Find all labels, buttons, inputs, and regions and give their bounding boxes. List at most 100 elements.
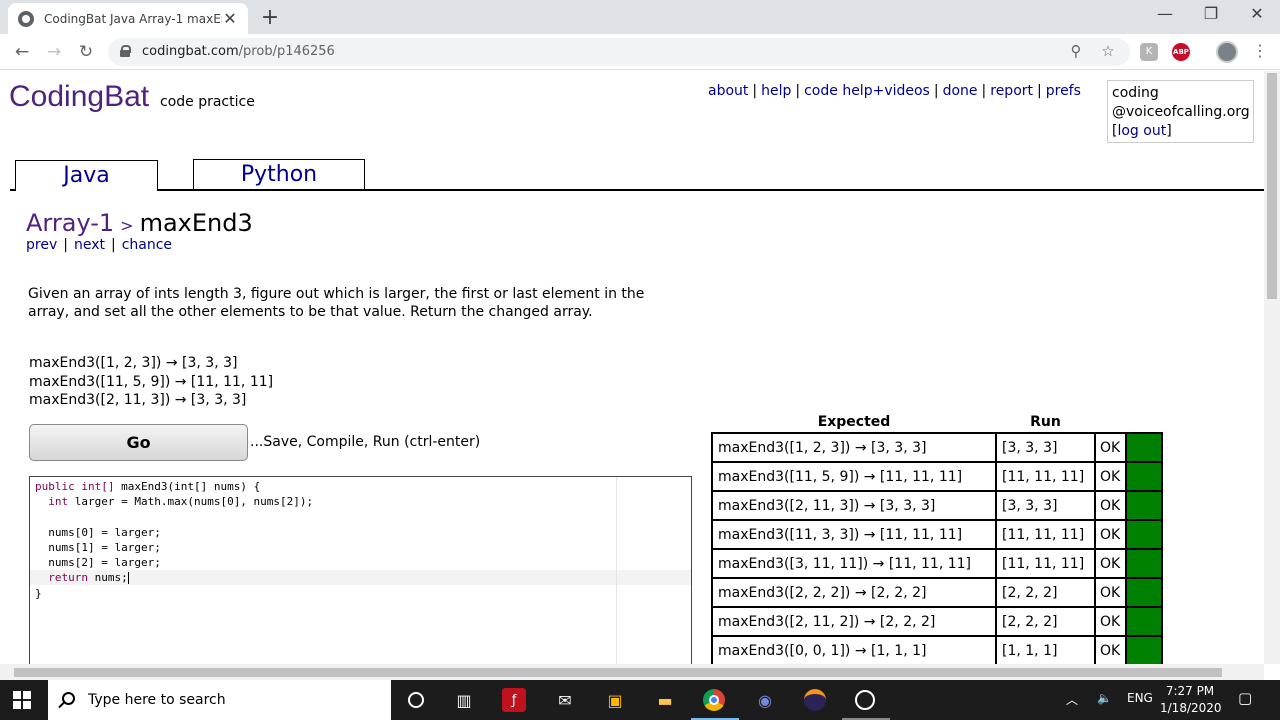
status-color-cell bbox=[1125, 519, 1163, 550]
reload-icon[interactable]: ↻ bbox=[74, 40, 98, 64]
extension-icon[interactable]: K bbox=[1140, 43, 1158, 61]
code-text: larger = Math.max(nums[0], nums[2]); bbox=[68, 495, 314, 508]
windows-start-icon[interactable] bbox=[13, 691, 31, 709]
status-color-cell bbox=[1125, 490, 1163, 521]
link-report[interactable]: report bbox=[990, 83, 1033, 99]
code-keyword: int[] bbox=[74, 480, 115, 493]
user-name-line1: coding bbox=[1112, 85, 1159, 101]
separator: | bbox=[1037, 83, 1042, 99]
clock[interactable]: 7:27 PM 1/18/2020 bbox=[1160, 683, 1222, 717]
back-arrow-icon[interactable]: ← bbox=[10, 40, 34, 64]
results-header-row: Expected Run bbox=[712, 411, 1162, 433]
code-text: nums; bbox=[87, 571, 128, 584]
browser-tab-strip: CodingBat Java Array-1 maxEnd3 ✕ + — ❐ ✕ bbox=[0, 0, 1280, 34]
new-tab-button[interactable]: + bbox=[258, 5, 282, 30]
top-links: about | help | code help+videos | done | report |… bbox=[708, 83, 1081, 99]
expected-cell: maxEnd3([2, 11, 2]) → [2, 2, 2] bbox=[711, 606, 997, 637]
start-pane bbox=[23, 691, 31, 699]
url-path: /prob/p146256 bbox=[238, 44, 335, 59]
separator: | bbox=[752, 83, 758, 99]
mail-icon[interactable]: ✉ bbox=[551, 686, 579, 714]
link-chance[interactable]: chance bbox=[122, 237, 172, 253]
file-explorer-icon[interactable]: ▬ bbox=[651, 686, 679, 714]
table-row: maxEnd3([2, 11, 2]) → [2, 2, 2] [2, 2, 2]… bbox=[711, 606, 1163, 637]
text-cursor bbox=[127, 572, 129, 584]
cortana-icon[interactable] bbox=[402, 686, 430, 714]
tab-close-icon[interactable]: ✕ bbox=[222, 9, 238, 28]
window-close-icon[interactable]: ✕ bbox=[1234, 4, 1280, 23]
store-icon[interactable]: ▣ bbox=[601, 686, 629, 714]
run-cell: [11, 11, 11] bbox=[995, 461, 1096, 492]
breadcrumb-section[interactable]: Array-1 bbox=[26, 209, 114, 237]
separator: | bbox=[981, 83, 987, 99]
chrome-icon[interactable] bbox=[700, 686, 728, 714]
go-button[interactable]: Go bbox=[29, 424, 248, 461]
clock-time: 7:27 PM bbox=[1165, 684, 1215, 698]
expected-cell: maxEnd3([11, 3, 3]) → [11, 11, 11] bbox=[711, 519, 997, 550]
code-line: public int[] maxEnd3(int[] nums) { bbox=[35, 479, 260, 494]
expected-cell: maxEnd3([3, 11, 11]) → [11, 11, 11] bbox=[711, 548, 997, 579]
go-hint: ...Save, Compile, Run (ctrl-enter) bbox=[250, 434, 481, 450]
tab-java[interactable]: Java bbox=[15, 160, 158, 191]
forward-arrow-icon[interactable]: → bbox=[42, 40, 66, 64]
link-prev[interactable]: prev bbox=[26, 237, 57, 253]
volume-icon[interactable]: 🔈 bbox=[1097, 691, 1112, 705]
separator: | bbox=[110, 237, 116, 253]
browser-menu-icon[interactable]: ⋮ bbox=[1252, 41, 1268, 60]
notifications-icon[interactable]: ▢ bbox=[1238, 689, 1252, 707]
restore-icon[interactable]: ❐ bbox=[1188, 4, 1234, 23]
site-logo[interactable]: CodingBat bbox=[9, 80, 149, 114]
browser-tab[interactable]: CodingBat Java Array-1 maxEnd3 ✕ bbox=[8, 3, 248, 34]
task-view-icon[interactable]: ▥ bbox=[450, 686, 478, 714]
minimize-icon[interactable]: — bbox=[1142, 4, 1188, 23]
page-title: maxEnd3 bbox=[139, 209, 253, 237]
print-margin bbox=[616, 477, 617, 664]
bookmark-star-icon[interactable]: ☆ bbox=[1098, 42, 1118, 60]
search-icon bbox=[62, 692, 75, 705]
header-run: Run bbox=[1030, 413, 1061, 430]
horizontal-scroll-thumb[interactable] bbox=[14, 668, 1222, 677]
site-favicon-icon bbox=[18, 10, 34, 27]
header-status-empty bbox=[1095, 411, 1126, 433]
link-help[interactable]: help bbox=[761, 83, 791, 99]
link-next[interactable]: next bbox=[74, 237, 105, 253]
language-indicator[interactable]: ENG bbox=[1127, 691, 1153, 705]
profile-avatar[interactable] bbox=[1216, 41, 1238, 63]
header-expected: Expected bbox=[817, 413, 891, 430]
user-box: coding @voiceofcalling.org [log out] bbox=[1107, 80, 1254, 143]
adblock-icon[interactable]: ABP bbox=[1172, 43, 1190, 61]
link-about[interactable]: about bbox=[708, 83, 748, 99]
eclipse-icon[interactable] bbox=[801, 686, 829, 714]
vertical-scroll-thumb[interactable] bbox=[1267, 73, 1277, 299]
code-line: nums[2] = larger; bbox=[35, 556, 161, 569]
code-editor[interactable]: public int[] maxEnd3(int[] nums) { int l… bbox=[29, 476, 692, 664]
separator: | bbox=[795, 83, 801, 99]
user-name-line2: @voiceofcalling.org bbox=[1112, 104, 1250, 120]
taskbar-search-box[interactable]: Type here to search bbox=[48, 680, 391, 720]
run-cell: [1, 1, 1] bbox=[995, 635, 1096, 664]
expected-cell: maxEnd3([2, 2, 2]) → [2, 2, 2] bbox=[711, 577, 997, 608]
run-cell: [3, 3, 3] bbox=[995, 490, 1096, 521]
expected-cell: maxEnd3([1, 2, 3]) → [3, 3, 3] bbox=[711, 432, 997, 463]
results-table: Expected Run maxEnd3([1, 2, 3]) → [3, 3,… bbox=[711, 411, 1163, 664]
discord-icon[interactable]: ◉ bbox=[751, 686, 779, 714]
link-prefs[interactable]: prefs bbox=[1046, 83, 1081, 99]
horizontal-scrollbar[interactable] bbox=[0, 664, 1264, 680]
logout-link[interactable]: log out bbox=[1117, 123, 1166, 139]
link-code-help-videos[interactable]: code help+videos bbox=[804, 83, 930, 99]
address-bar[interactable]: codingbat.com/prob/p146256 ⚲ ☆ bbox=[108, 38, 1130, 66]
tab-python[interactable]: Python bbox=[193, 159, 365, 189]
example-line: maxEnd3([1, 2, 3]) → [3, 3, 3] bbox=[29, 355, 238, 371]
tray-chevron-icon[interactable]: ︿ bbox=[1066, 691, 1078, 708]
zoom-icon[interactable]: ⚲ bbox=[1066, 42, 1086, 60]
breadcrumb: Array-1 > maxEnd3 bbox=[26, 209, 253, 237]
link-done[interactable]: done bbox=[943, 83, 978, 99]
status-color-cell bbox=[1125, 548, 1163, 579]
status-cell: OK bbox=[1094, 606, 1127, 637]
flash-icon[interactable]: ƒ bbox=[502, 688, 526, 712]
status-cell: OK bbox=[1094, 432, 1127, 463]
expected-cell: maxEnd3([11, 5, 9]) → [11, 11, 11] bbox=[711, 461, 997, 492]
vertical-scrollbar[interactable] bbox=[1264, 71, 1280, 664]
status-color-cell bbox=[1125, 606, 1163, 637]
obs-icon[interactable] bbox=[851, 686, 879, 714]
